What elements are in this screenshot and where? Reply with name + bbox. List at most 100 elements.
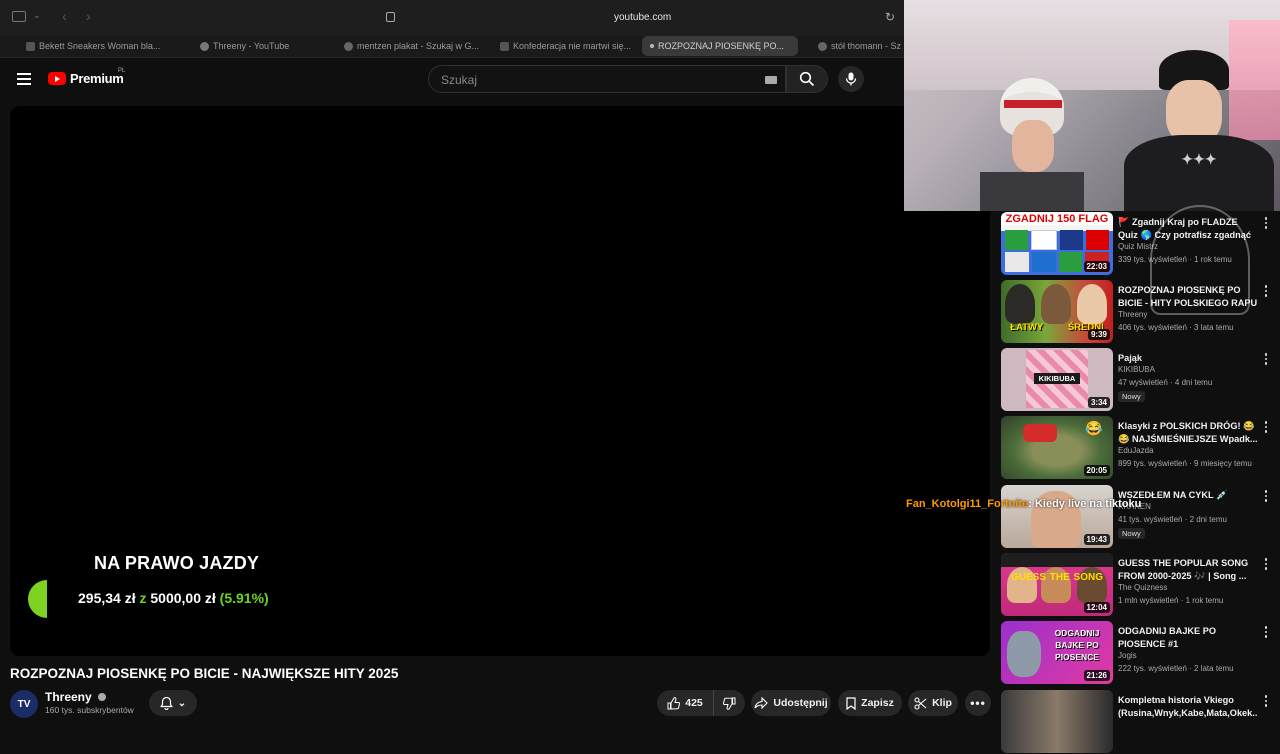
- chat-text: : Kiedy live na tiktoku: [1028, 498, 1142, 510]
- channel-name[interactable]: Jogis: [1118, 651, 1137, 660]
- browser-toolbar: ⌄ ‹ › youtube.com ↻: [0, 0, 904, 36]
- browser-tab[interactable]: mentzen plakat - Szukaj w G...: [336, 36, 480, 56]
- goal-separator: z: [139, 590, 147, 606]
- more-vertical-icon[interactable]: [1264, 285, 1268, 299]
- goal-percent: (5.91%): [219, 590, 269, 606]
- back-icon[interactable]: ‹: [62, 8, 67, 24]
- thumbs-up-icon: [667, 696, 681, 710]
- clip-button[interactable]: Klip: [908, 690, 958, 716]
- more-horizontal-icon: •••: [970, 696, 986, 710]
- video-title[interactable]: Klasyki z POLSKICH DRÓG! 😂😂 NAJŚMIEŚNIEJ…: [1118, 420, 1258, 446]
- browser-tab[interactable]: Konfederacja nie martwi się...: [492, 36, 634, 56]
- notifications-button[interactable]: ⌄: [149, 690, 197, 716]
- share-icon: [754, 697, 769, 709]
- chat-username: Fan_Kotolgi11_Fortnite: [906, 498, 1029, 510]
- chevron-down-icon: ⌄: [177, 697, 187, 709]
- favicon-icon: [200, 41, 209, 51]
- youtube-play-icon: [48, 72, 66, 85]
- more-vertical-icon[interactable]: [1264, 695, 1268, 709]
- list-item[interactable]: 19:43 WSZEDŁEM NA CYKL 💉 KRAKEN 41 tys. …: [1001, 485, 1280, 549]
- browser-tab[interactable]: stół thomann - Sz: [810, 36, 904, 56]
- video-title[interactable]: Pająk: [1118, 352, 1258, 365]
- more-vertical-icon[interactable]: [1264, 421, 1268, 435]
- browser-tab-active[interactable]: ROZPOZNAJ PIOSENKĘ PO...: [642, 36, 798, 56]
- favicon-icon: [26, 41, 35, 51]
- more-vertical-icon[interactable]: [1264, 626, 1268, 640]
- thumbnail[interactable]: 19:43: [1001, 485, 1113, 548]
- share-label: Udostępnij: [773, 697, 828, 709]
- menu-icon[interactable]: [17, 73, 31, 85]
- keyboard-icon[interactable]: [765, 76, 777, 84]
- sidebar-toggle-icon[interactable]: [12, 11, 26, 22]
- chat-message: Fan_Kotolgi11_Fortnite: Kiedy live na ti…: [906, 498, 1141, 510]
- stream-goal-title: NA PRAWO JAZDY: [94, 553, 260, 573]
- avatar[interactable]: TV: [10, 690, 38, 718]
- thumbnail-text: ZGADNIJ 150 FLAG: [1001, 213, 1113, 225]
- thumbnail[interactable]: GUESS THE SONG 2000-2025 12:04: [1001, 553, 1113, 616]
- list-item[interactable]: ODGADNIJ BAJKE PO PIOSENCE 21:26 ODGADNI…: [1001, 621, 1280, 685]
- list-item[interactable]: GUESS THE SONG 2000-2025 12:04 GUESS THE…: [1001, 553, 1280, 617]
- duration-badge: 21:26: [1083, 670, 1110, 681]
- url-text[interactable]: youtube.com: [614, 12, 671, 23]
- new-badge: Nowy: [1118, 528, 1145, 539]
- channel-name[interactable]: Threeny: [45, 690, 107, 704]
- duration-badge: 20:05: [1083, 465, 1110, 476]
- list-item[interactable]: Kompletna historia Vkiego (Rusina,Wnyk,K…: [1001, 690, 1280, 754]
- list-item[interactable]: 😂 20:05 Klasyki z POLSKICH DRÓG! 😂😂 NAJŚ…: [1001, 416, 1280, 480]
- more-vertical-icon[interactable]: [1264, 558, 1268, 572]
- microphone-icon: [845, 72, 857, 86]
- share-button[interactable]: Udostępnij: [751, 690, 831, 716]
- thumbnail[interactable]: ŁATWY ŚREDNI 9:39: [1001, 280, 1113, 343]
- stream-goal-progress: 295,34 zł z 5000,00 zł (5.91%): [78, 590, 269, 606]
- search-button[interactable]: [786, 65, 828, 93]
- forward-icon[interactable]: ›: [86, 8, 91, 24]
- video-title[interactable]: Kompletna historia Vkiego (Rusina,Wnyk,K…: [1118, 694, 1258, 720]
- list-item[interactable]: KIKIBUBA 3:34 Pająk KIKIBUBA 47 wyświetl…: [1001, 348, 1280, 412]
- site-settings-icon[interactable]: [386, 12, 395, 22]
- thumbnail-text: ODGADNIJ BAJKE PO PIOSENCE: [1054, 628, 1100, 662]
- channel-name[interactable]: The Quizness: [1118, 583, 1167, 592]
- voice-search-button[interactable]: [838, 66, 864, 92]
- scissors-icon: [914, 696, 927, 710]
- search-input[interactable]: Szukaj: [428, 65, 786, 93]
- streamer-right: ✦✦✦: [1124, 40, 1274, 211]
- video-title[interactable]: ODGADNIJ BAJKE PO PIOSENCE #1: [1118, 625, 1258, 651]
- channel-name[interactable]: EduJazda: [1118, 446, 1154, 455]
- channel-watermark-logo: [1150, 205, 1250, 315]
- save-button[interactable]: Zapisz: [838, 690, 902, 716]
- dislike-button[interactable]: [713, 690, 745, 716]
- more-vertical-icon[interactable]: [1264, 353, 1268, 367]
- like-button[interactable]: 425: [657, 690, 713, 716]
- favicon-icon: [344, 41, 353, 51]
- reload-icon[interactable]: ↻: [885, 10, 895, 24]
- youtube-logo[interactable]: Premium: [48, 71, 124, 86]
- verified-icon: [98, 693, 107, 701]
- browser-tab[interactable]: Threeny - YouTube: [192, 36, 342, 56]
- thumbnail[interactable]: ODGADNIJ BAJKE PO PIOSENCE 21:26: [1001, 621, 1113, 684]
- browser-tab[interactable]: Bekett Sneakers Woman bla...: [18, 36, 164, 56]
- duration-badge: 9:39: [1087, 329, 1110, 340]
- favicon-icon: [500, 41, 509, 51]
- video-meta: 47 wyświetleń · 4 dni temu: [1118, 378, 1213, 387]
- video-title[interactable]: GUESS THE POPULAR SONG FROM 2000-2025 🎶 …: [1118, 557, 1258, 583]
- streamer-left: [980, 60, 1084, 211]
- tab-strip: Bekett Sneakers Woman bla... Threeny - Y…: [0, 36, 904, 58]
- channel-name[interactable]: Threeny: [1118, 310, 1147, 319]
- thumbnail[interactable]: [1001, 690, 1113, 753]
- thumbnail[interactable]: 😂 20:05: [1001, 416, 1113, 479]
- goal-progress-pie: [28, 580, 66, 618]
- more-vertical-icon[interactable]: [1264, 217, 1268, 231]
- logo-text: Premium: [70, 71, 124, 86]
- channel-name[interactable]: KIKIBUBA: [1118, 365, 1155, 374]
- video-meta: 899 tys. wyświetleń · 9 miesięcy temu: [1118, 459, 1252, 468]
- more-actions-button[interactable]: •••: [965, 690, 991, 716]
- thumbnail[interactable]: ZGADNIJ 150 FLAG 22:03: [1001, 212, 1113, 275]
- favicon-icon: [650, 44, 654, 48]
- thumbnail[interactable]: KIKIBUBA 3:34: [1001, 348, 1113, 411]
- chevron-down-icon[interactable]: ⌄: [33, 10, 41, 21]
- duration-badge: 22:03: [1083, 261, 1110, 272]
- video-player[interactable]: NA PRAWO JAZDY 295,34 zł z 5000,00 zł (5…: [10, 106, 990, 656]
- save-label: Zapisz: [861, 697, 894, 709]
- duration-badge: 3:34: [1087, 397, 1110, 408]
- more-vertical-icon[interactable]: [1264, 490, 1268, 504]
